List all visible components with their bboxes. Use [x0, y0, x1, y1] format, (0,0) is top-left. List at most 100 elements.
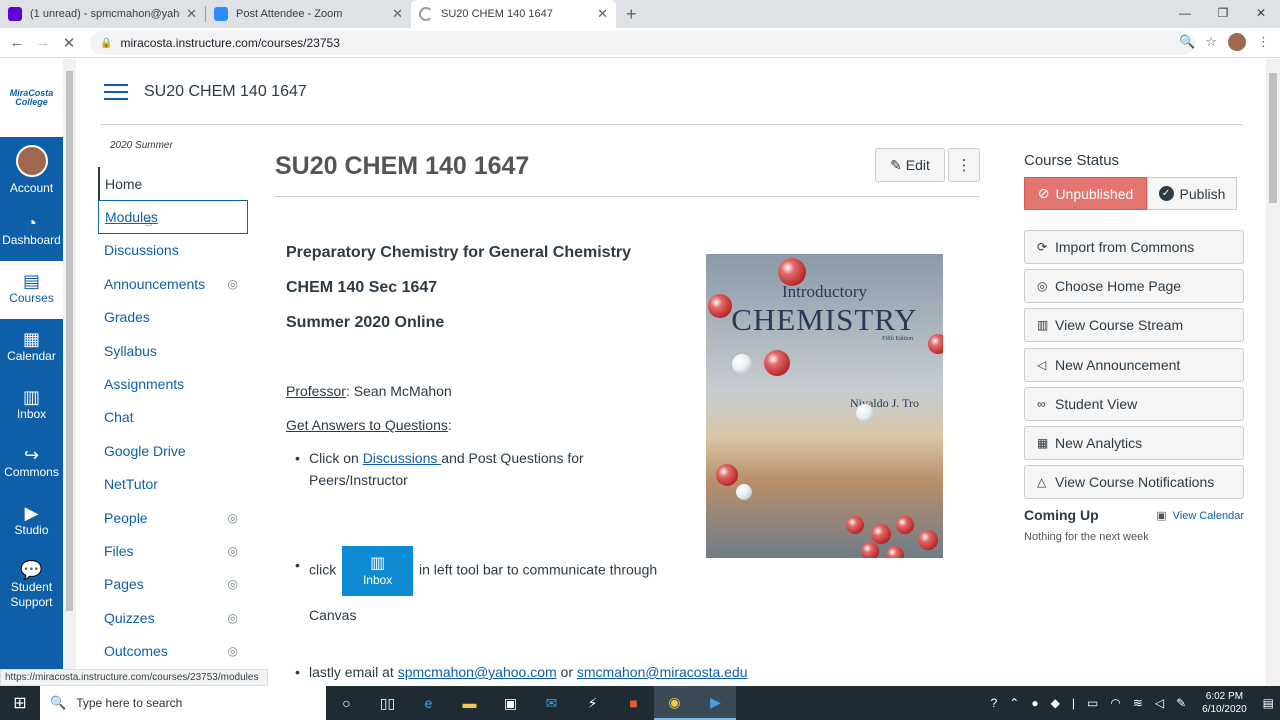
pen-icon[interactable]: ✎: [1176, 696, 1186, 710]
browser-tab-zoom[interactable]: Post Attendee - Zoom ✕: [206, 0, 411, 28]
edit-button[interactable]: ✎ Edit: [875, 148, 945, 182]
browser-tab-canvas[interactable]: SU20 CHEM 140 1647 ✕: [411, 0, 616, 28]
notifications-icon[interactable]: ▤: [1263, 696, 1274, 710]
course-nav-chat[interactable]: Chat: [98, 401, 248, 434]
profile-avatar-icon[interactable]: [1227, 32, 1247, 52]
course-nav-pages[interactable]: Pages ◎: [98, 568, 248, 601]
course-nav-announcements[interactable]: Announcements ◎: [98, 267, 248, 300]
check-circle-icon: ✓: [1158, 186, 1174, 201]
global-nav-inbox[interactable]: ▥ Inbox: [0, 377, 63, 435]
course-nav-people[interactable]: People ◎: [98, 501, 248, 534]
view-course-stream-button[interactable]: ▥ View Course Stream: [1024, 308, 1244, 343]
hidden-eye-icon: ◎: [227, 644, 238, 659]
taskbar-clock[interactable]: 6:02 PM 6/10/2020: [1202, 690, 1247, 716]
course-term: Summer 2020 Online: [286, 314, 445, 331]
taskbar-search[interactable]: 🔍 Type here to search: [40, 686, 326, 720]
dropbox-icon[interactable]: ◆: [1051, 696, 1060, 710]
miracosta-logo[interactable]: MiraCosta College: [0, 59, 63, 137]
email-link-yahoo[interactable]: spmcmahon@yahoo.com: [398, 664, 557, 680]
microphone-icon[interactable]: |: [1072, 696, 1075, 710]
cortana-icon[interactable]: ○: [326, 686, 367, 720]
task-view-icon[interactable]: ▯▯: [367, 686, 408, 720]
course-nav-discussions[interactable]: Discussions: [98, 234, 248, 267]
stop-loading-icon[interactable]: ✕: [56, 34, 82, 52]
volume-icon[interactable]: ◁: [1155, 696, 1164, 710]
view-calendar-link[interactable]: ▣ View Calendar: [1156, 509, 1244, 522]
browser-tab-yahoo-mail[interactable]: (1 unread) - spmcmahon@yahoo.c ✕: [0, 0, 205, 28]
global-nav-calendar[interactable]: ▦ Calendar: [0, 319, 63, 377]
course-nav-syllabus[interactable]: Syllabus: [98, 334, 248, 367]
more-options-button[interactable]: ⋮: [948, 148, 980, 182]
tray-app-icon[interactable]: ●: [1031, 696, 1038, 710]
left-scrollbar-thumb[interactable]: [66, 71, 73, 611]
windows-start-icon[interactable]: ⊞: [0, 693, 40, 713]
email-link-miracosta[interactable]: smcmahon@miracosta.edu: [577, 664, 748, 680]
student-view-button[interactable]: ∞ Student View: [1024, 386, 1244, 421]
course-section: CHEM 140 Sec 1647: [286, 279, 438, 296]
zoom-icon: [214, 7, 228, 21]
new-analytics-button[interactable]: ▦ New Analytics: [1024, 425, 1244, 460]
minimize-icon[interactable]: —: [1166, 0, 1204, 28]
import-from-commons-button[interactable]: ⟳ Import from Commons: [1024, 230, 1244, 264]
course-nav-assignments[interactable]: Assignments: [98, 367, 248, 400]
lock-icon[interactable]: 🔒: [100, 38, 112, 49]
global-nav-studio[interactable]: ▶ Studio: [0, 493, 63, 551]
global-nav-account[interactable]: Account: [0, 137, 63, 203]
maximize-icon[interactable]: ❐: [1204, 0, 1242, 28]
new-announcement-button[interactable]: ◁ New Announcement: [1024, 347, 1244, 382]
left-scrollbar[interactable]: [63, 59, 76, 669]
address-bar[interactable]: 🔒 miracosta.instructure.com/courses/2375…: [90, 31, 1195, 55]
network-icon[interactable]: ◠: [1110, 696, 1120, 710]
course-nav-grades[interactable]: Grades: [98, 301, 248, 334]
bookmark-star-icon[interactable]: ☆: [1205, 34, 1217, 50]
global-nav-dashboard[interactable]: ◔ Dashboard: [0, 203, 63, 261]
global-nav-commons[interactable]: ↪ Commons: [0, 435, 63, 493]
close-tab-icon[interactable]: ✕: [186, 6, 197, 22]
help-icon[interactable]: ?: [991, 696, 998, 710]
course-nav-nettutor[interactable]: NetTutor: [98, 468, 248, 501]
store-icon[interactable]: ▣: [490, 686, 531, 720]
course-sidebar: Course Status ⊘ Unpublished ✓ Publish ⟳ Imp…: [1024, 152, 1244, 543]
hamburger-menu-icon[interactable]: [104, 79, 128, 105]
course-nav-outcomes[interactable]: Outcomes ◎: [98, 634, 248, 667]
course-nav-home[interactable]: Home: [98, 167, 248, 201]
close-tab-icon[interactable]: ✕: [597, 6, 608, 22]
window-controls: — ❐ ✕: [1166, 0, 1280, 28]
zoom-icon[interactable]: 🔍: [1179, 34, 1195, 50]
inbox-image-button[interactable]: ▥ Inbox: [342, 546, 414, 596]
new-tab-button[interactable]: +: [626, 4, 637, 25]
file-explorer-icon[interactable]: ▬: [449, 686, 490, 720]
back-icon[interactable]: ←: [4, 34, 30, 51]
choose-home-page-button[interactable]: ◎ Choose Home Page: [1024, 269, 1244, 304]
close-tab-icon[interactable]: ✕: [392, 6, 403, 22]
discussions-link[interactable]: Discussions: [363, 450, 442, 466]
zoom-app-icon[interactable]: ▶: [695, 686, 736, 720]
global-nav-courses[interactable]: ▤ Courses: [0, 261, 63, 319]
course-nav-google-drive[interactable]: Google Drive: [98, 434, 248, 467]
app-icon[interactable]: ⚡: [572, 686, 613, 720]
list-item: Click on Discussions and Post Questions …: [286, 447, 666, 491]
chrome-icon[interactable]: ◉: [654, 686, 695, 720]
page-scrollbar[interactable]: [1266, 59, 1280, 686]
view-course-notifications-button[interactable]: △ View Course Notifications: [1024, 465, 1244, 500]
course-nav-modules[interactable]: Modules ☝: [98, 200, 248, 234]
publish-button[interactable]: ✓ Publish: [1147, 177, 1237, 210]
unpublished-button[interactable]: ⊘ Unpublished: [1024, 177, 1147, 210]
forward-icon[interactable]: →: [30, 34, 56, 51]
page-scrollbar-thumb[interactable]: [1269, 73, 1277, 203]
coming-up-title: Coming Up: [1024, 507, 1099, 524]
wifi-icon[interactable]: ≋: [1133, 696, 1143, 710]
close-window-icon[interactable]: ✕: [1242, 0, 1280, 28]
edge-icon[interactable]: e: [408, 686, 449, 720]
course-nav-quizzes[interactable]: Quizzes ◎: [98, 601, 248, 634]
system-tray: ? ⌃ ● ◆ | ▭ ◠ ≋ ◁ ✎ 6:02 PM 6/10/2020 ▤: [985, 686, 1280, 720]
course-nav-files[interactable]: Files ◎: [98, 534, 248, 567]
coming-up-empty: Nothing for the next week: [1024, 531, 1149, 544]
show-hidden-icons-icon[interactable]: ⌃: [1009, 696, 1019, 710]
battery-icon[interactable]: ▭: [1087, 696, 1098, 710]
global-nav-student-support[interactable]: 💬 Student Support: [0, 551, 63, 621]
breadcrumb[interactable]: SU20 CHEM 140 1647: [144, 83, 307, 101]
office-icon[interactable]: ■: [613, 686, 654, 720]
browser-menu-icon[interactable]: ⋮: [1257, 34, 1270, 50]
mail-icon[interactable]: ✉: [531, 686, 572, 720]
